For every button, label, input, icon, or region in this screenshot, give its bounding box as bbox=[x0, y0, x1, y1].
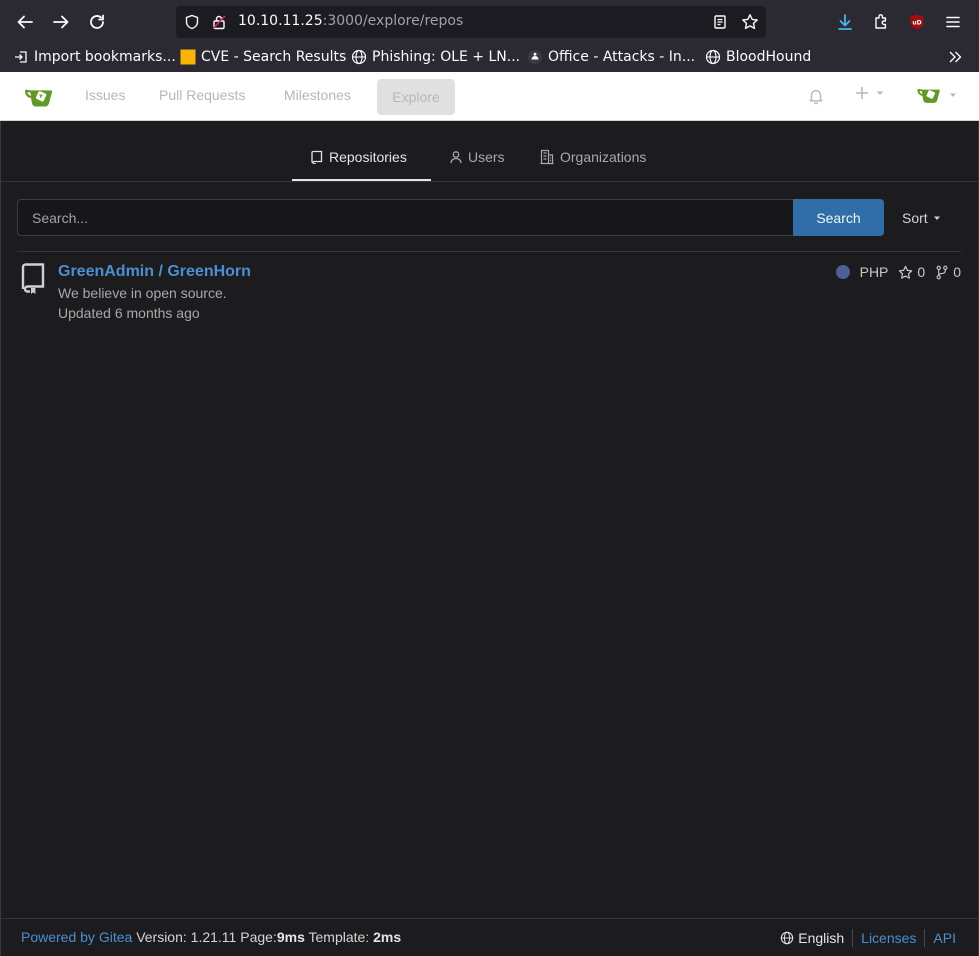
explore-page: Repositories Users Organizations Search.… bbox=[0, 121, 979, 918]
bookmark-cve[interactable]: CVE - Search Results bbox=[180, 46, 346, 68]
ublock-icon[interactable]: uD bbox=[906, 11, 928, 33]
tab-label: Repositories bbox=[329, 149, 407, 165]
forward-button[interactable] bbox=[47, 8, 75, 36]
bookmark-import[interactable]: Import bookmarks... bbox=[13, 46, 176, 68]
nav-pull-requests[interactable]: Pull Requests bbox=[159, 87, 245, 103]
repo-description: We believe in open source. bbox=[58, 285, 227, 301]
template-time-value: 2ms bbox=[373, 929, 402, 945]
tab-label: Organizations bbox=[560, 149, 647, 165]
fork-icon bbox=[936, 265, 948, 279]
cve-favicon bbox=[180, 49, 196, 65]
active-tab-indicator bbox=[292, 179, 431, 181]
language-color-dot bbox=[835, 265, 850, 279]
bookmark-bloodhound[interactable]: BloodHound bbox=[705, 46, 811, 68]
version-text: Version: 1.21.11 bbox=[136, 929, 237, 945]
footer-separator bbox=[852, 929, 854, 947]
create-new-dropdown[interactable] bbox=[854, 85, 884, 101]
gitea-logo[interactable] bbox=[22, 84, 56, 110]
page-footer: Powered by Gitea Version: 1.21.11 Page:9… bbox=[0, 918, 979, 956]
language-selector[interactable]: English bbox=[780, 930, 844, 946]
insecure-lock-icon[interactable] bbox=[209, 12, 229, 32]
person-icon bbox=[450, 151, 462, 164]
repo-icon bbox=[311, 150, 323, 164]
double-chevron-right-icon bbox=[947, 49, 963, 65]
svg-text:uD: uD bbox=[912, 20, 921, 27]
repo-meta: PHP 0 0 bbox=[835, 264, 961, 280]
language-label: English bbox=[798, 930, 845, 946]
browser-toolbar: 10.10.11.25:3000/explore/repos uD Import… bbox=[0, 0, 979, 72]
user-avatar-dropdown[interactable] bbox=[915, 84, 957, 106]
gitea-logo-icon bbox=[25, 89, 53, 107]
import-icon bbox=[13, 49, 29, 65]
nav-explore[interactable]: Explore bbox=[377, 79, 455, 115]
avatar bbox=[917, 88, 940, 103]
divider bbox=[17, 251, 961, 252]
page-time-label: Page: bbox=[240, 929, 277, 945]
nav-issues[interactable]: Issues bbox=[85, 87, 125, 103]
organization-icon bbox=[540, 149, 554, 165]
footer-links: English Licenses API bbox=[780, 929, 956, 947]
page-time-value: 9ms bbox=[276, 929, 305, 945]
tab-repositories[interactable]: Repositories bbox=[310, 149, 407, 165]
footer-separator bbox=[924, 929, 926, 947]
licenses-link[interactable]: Licenses bbox=[861, 930, 916, 946]
api-link[interactable]: API bbox=[933, 930, 956, 946]
repo-language: PHP bbox=[859, 264, 889, 280]
repo-icon bbox=[21, 262, 47, 296]
bookmark-phishing[interactable]: Phishing: OLE + LN... bbox=[351, 46, 520, 68]
globe-icon bbox=[781, 931, 794, 945]
bookmark-office[interactable]: Office - Attacks - In... bbox=[527, 46, 695, 68]
powered-by-link[interactable]: Powered by Gitea bbox=[21, 929, 132, 945]
url-text[interactable]: 10.10.11.25:3000/explore/repos bbox=[238, 13, 463, 29]
repo-star-count[interactable]: 0 bbox=[917, 264, 925, 280]
tab-organizations[interactable]: Organizations bbox=[539, 149, 646, 165]
forward-arrow-icon bbox=[53, 15, 69, 29]
repo-updated-time: Updated 6 months ago bbox=[58, 305, 200, 321]
sort-dropdown[interactable]: Sort bbox=[901, 199, 961, 236]
bookmark-label: BloodHound bbox=[726, 49, 812, 65]
back-arrow-icon bbox=[17, 15, 33, 29]
notifications-bell-icon[interactable] bbox=[807, 87, 825, 105]
explore-tabs: Repositories Users Organizations bbox=[1, 121, 978, 182]
reload-button[interactable] bbox=[83, 8, 111, 36]
bookmarks-bar: Import bookmarks... CVE - Search Results… bbox=[0, 44, 979, 70]
gitea-navbar: Issues Pull Requests Milestones Explore bbox=[0, 72, 979, 121]
reload-icon bbox=[90, 14, 104, 29]
caret-down-icon bbox=[950, 93, 956, 97]
tab-label: Users bbox=[468, 149, 505, 165]
tab-users[interactable]: Users bbox=[449, 149, 505, 165]
bookmark-label: Import bookmarks... bbox=[34, 49, 176, 65]
star-icon bbox=[899, 265, 913, 279]
template-time-label: Template: bbox=[308, 929, 370, 945]
caret-down-icon bbox=[877, 91, 883, 95]
repo-search-form: Search... Search Sort bbox=[17, 199, 961, 236]
search-input[interactable]: Search... bbox=[17, 199, 793, 236]
repo-link[interactable]: GreenAdmin / GreenHorn bbox=[58, 263, 251, 281]
reader-view-icon[interactable] bbox=[710, 12, 730, 32]
sort-label: Sort bbox=[902, 209, 928, 226]
repo-fork-count[interactable]: 0 bbox=[953, 264, 961, 280]
globe-icon bbox=[705, 49, 721, 65]
list-item: GreenAdmin / GreenHorn We believe in ope… bbox=[17, 259, 961, 329]
menu-icon[interactable] bbox=[942, 11, 964, 33]
footer-info: Powered by Gitea Version: 1.21.11 Page:9… bbox=[21, 929, 401, 945]
shield-icon[interactable] bbox=[182, 12, 202, 32]
bookmark-label: Phishing: OLE + LN... bbox=[372, 49, 521, 65]
bookmark-label: CVE - Search Results bbox=[201, 49, 347, 65]
bookmark-label: Office - Attacks - In... bbox=[548, 49, 696, 65]
site-favicon bbox=[527, 49, 543, 65]
caret-down-icon bbox=[933, 216, 940, 220]
globe-icon bbox=[351, 49, 367, 65]
address-bar[interactable]: 10.10.11.25:3000/explore/repos bbox=[176, 6, 766, 38]
bookmark-star-icon[interactable] bbox=[740, 12, 760, 32]
back-button[interactable] bbox=[11, 8, 39, 36]
extensions-icon[interactable] bbox=[870, 11, 892, 33]
bookmarks-overflow-button[interactable] bbox=[947, 46, 963, 68]
plus-icon bbox=[856, 87, 868, 99]
downloads-icon[interactable] bbox=[834, 11, 856, 33]
search-button[interactable]: Search bbox=[793, 199, 884, 236]
nav-milestones[interactable]: Milestones bbox=[284, 87, 351, 103]
